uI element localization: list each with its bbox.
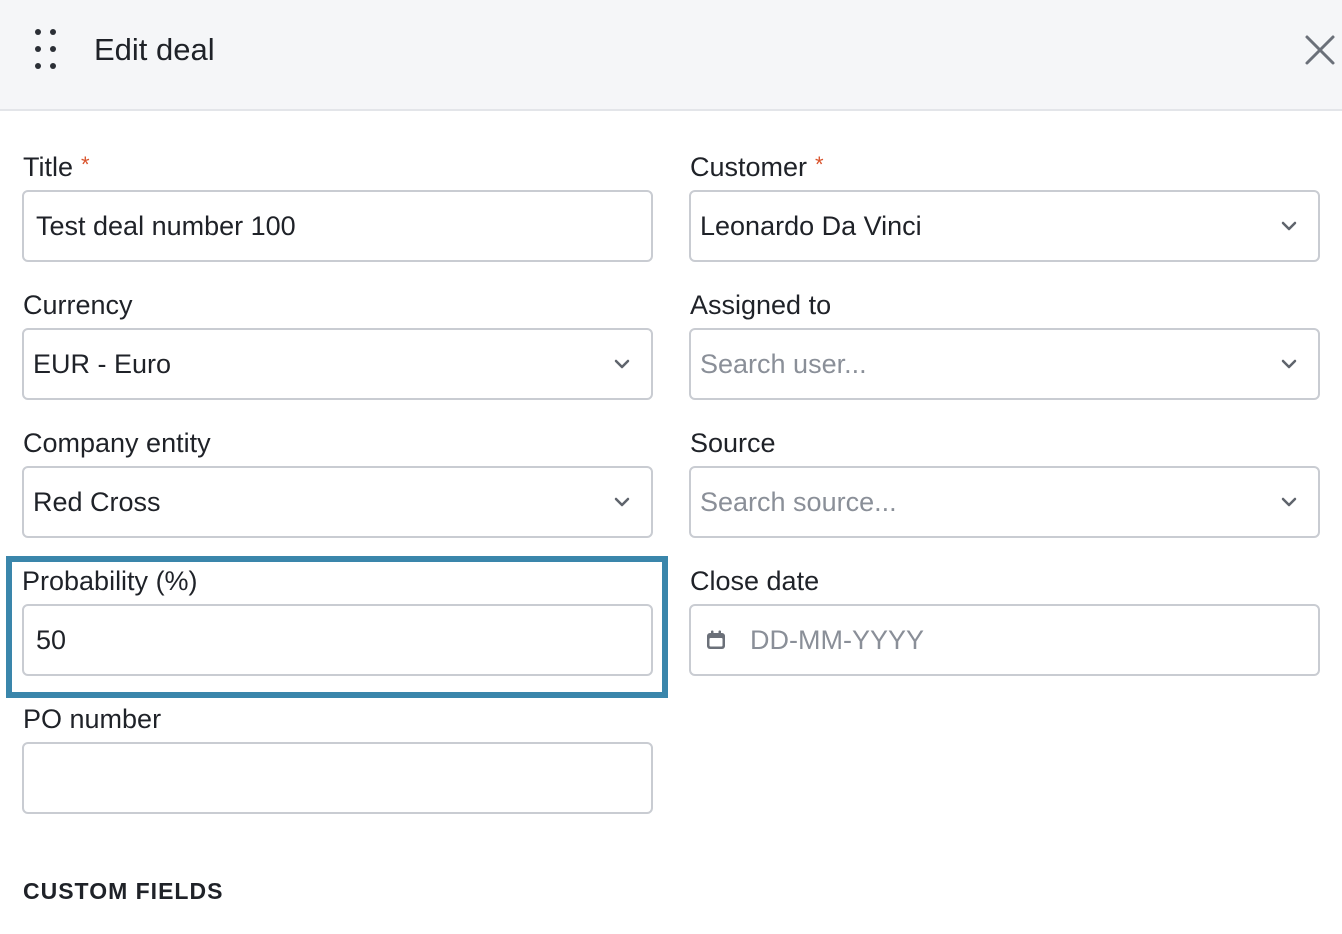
chevron-down-icon [1281,497,1297,507]
assigned-to-select[interactable]: Search user... [689,328,1320,400]
chevron-down-icon [614,359,630,369]
probability-input[interactable]: 50 [22,604,653,676]
customer-label: Customer * [690,152,824,182]
company-entity-label: Company entity [23,428,211,458]
assigned-to-label: Assigned to [690,290,832,320]
po-number-input[interactable] [22,742,653,814]
close-date-label: Close date [690,566,820,596]
close-date-placeholder: DD-MM-YYYY [750,625,924,655]
title-label: Title * [23,152,90,182]
customer-select[interactable]: Leonardo Da Vinci [689,190,1320,262]
required-marker: * [815,152,824,177]
close-icon [1305,35,1335,65]
chevron-down-icon [1281,221,1297,231]
chevron-down-icon [614,497,630,507]
source-placeholder: Search source... [700,487,897,517]
source-label: Source [690,428,776,458]
close-date-input[interactable]: DD-MM-YYYY [689,604,1320,676]
company-entity-select[interactable]: Red Cross [22,466,653,538]
title-value: Test deal number 100 [36,211,296,241]
dialog-title: Edit deal [94,32,215,67]
dialog-header: Edit deal [0,0,1342,111]
customer-value: Leonardo Da Vinci [700,211,922,241]
currency-select[interactable]: EUR - Euro [22,328,653,400]
close-button[interactable] [1304,34,1336,66]
drag-handle-icon[interactable] [33,29,59,71]
assigned-to-placeholder: Search user... [700,349,867,379]
po-number-label: PO number [23,704,162,734]
custom-fields-heading: CUSTOM FIELDS [23,878,224,904]
currency-label: Currency [23,290,133,320]
probability-value: 50 [36,625,67,655]
required-marker: * [81,152,90,177]
currency-value: EUR - Euro [33,349,172,379]
calendar-icon [707,630,725,649]
chevron-down-icon [1281,359,1297,369]
source-select[interactable]: Search source... [689,466,1320,538]
probability-label: Probability (%) [22,566,198,596]
company-entity-value: Red Cross [33,487,161,517]
title-input[interactable]: Test deal number 100 [22,190,653,262]
